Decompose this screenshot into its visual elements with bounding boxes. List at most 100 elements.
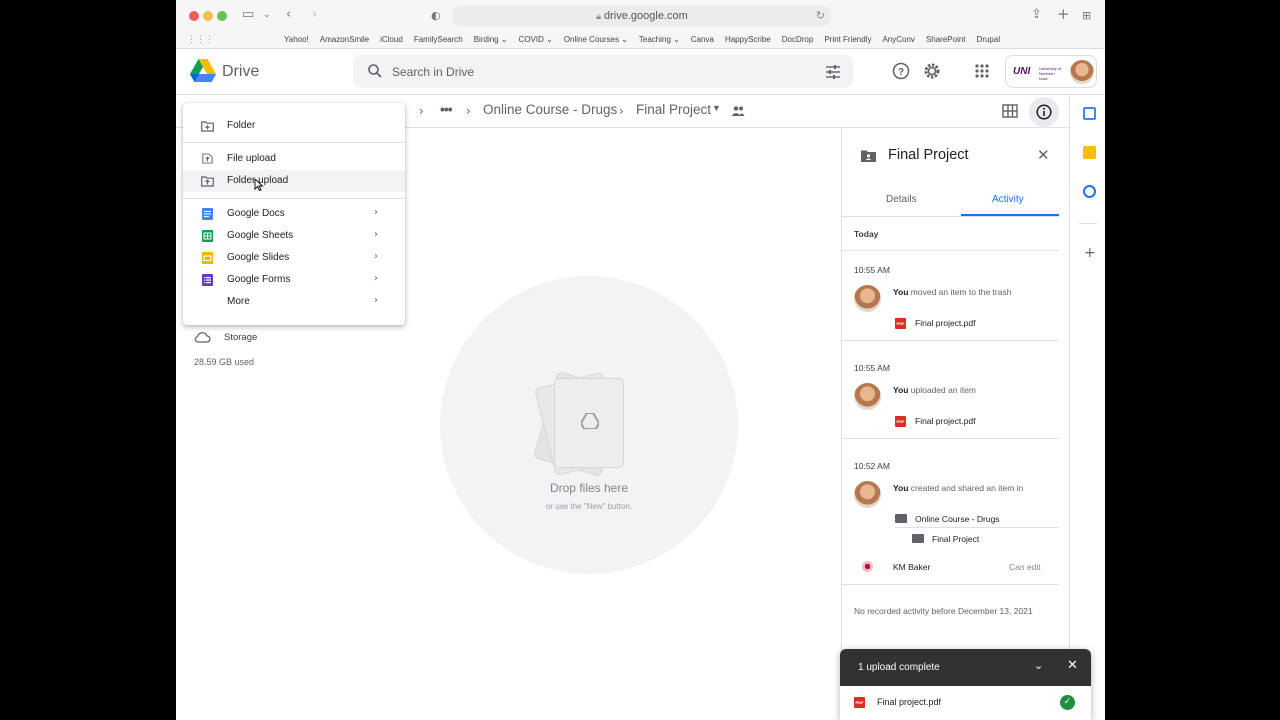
uploaded-file-name[interactable]: Final project.pdf <box>877 697 941 707</box>
shared-people-icon[interactable] <box>731 105 745 117</box>
search-bar[interactable]: Search in Drive <box>353 55 853 88</box>
favorite-link[interactable]: FamilySearch <box>414 35 463 44</box>
favorite-link[interactable]: AmazonSmile <box>320 35 369 44</box>
drive-logo-icon[interactable] <box>190 59 216 83</box>
browser-window: ▭ ⌄ ‹ › ◐ 🔒︎ drive.google.com ↻ ⇪ + ⊞ ⋮⋮⋮… <box>176 0 1105 720</box>
close-window-button[interactable] <box>189 11 199 21</box>
side-strip-divider <box>1079 223 1097 224</box>
drop-illustration-card <box>554 378 624 468</box>
favorite-link[interactable]: AnyConv <box>882 35 914 44</box>
settings-gear-icon[interactable] <box>923 62 941 80</box>
account-avatar[interactable] <box>1070 60 1094 84</box>
shared-user-name: KM Baker <box>893 562 931 572</box>
menu-item-google-sheets[interactable]: Google Sheets › <box>183 225 405 247</box>
calendar-icon[interactable] <box>1083 107 1096 120</box>
activity-sub-divider <box>895 527 1059 528</box>
new-tab-icon[interactable]: + <box>1057 5 1070 23</box>
menu-item-google-slides[interactable]: Google Slides › <box>183 247 405 269</box>
get-addons-icon[interactable]: + <box>1084 245 1096 261</box>
drop-zone-title: Drop files here <box>549 481 629 495</box>
activity-subfolder-link[interactable]: Final Project <box>932 534 979 544</box>
favorite-link[interactable]: Canva <box>691 35 714 44</box>
apps-grid-icon[interactable] <box>973 62 991 80</box>
minimize-window-button[interactable] <box>203 11 213 21</box>
reload-icon[interactable]: ↻ <box>816 6 825 26</box>
chevron-down-icon[interactable]: ⌄ <box>263 10 271 20</box>
help-icon[interactable]: ? <box>892 62 910 80</box>
favorite-link[interactable]: HappyScribe <box>725 35 771 44</box>
account-switcher[interactable]: UNI University of Northern Iowa <box>1005 55 1097 88</box>
keep-icon[interactable] <box>1083 146 1096 159</box>
activity-user-avatar <box>854 285 881 312</box>
favorite-link[interactable]: Online Courses ⌄ <box>564 35 628 44</box>
favorite-link[interactable]: Yahoo! <box>284 35 309 44</box>
menu-item-folder-upload[interactable]: Folder upload <box>183 170 405 192</box>
menu-item-folder[interactable]: Folder <box>183 115 405 137</box>
favorites-grid-icon[interactable]: ⋮⋮⋮ <box>187 34 214 45</box>
activity-folder-link[interactable]: Online Course - Drugs <box>915 514 1000 524</box>
activity-time: 10:55 AM <box>854 265 890 275</box>
tasks-icon[interactable] <box>1083 185 1096 198</box>
shared-folder-icon <box>861 150 876 162</box>
close-toast-icon[interactable]: ✕ <box>1067 658 1078 673</box>
activity-file-link[interactable]: Final project.pdf <box>915 416 975 426</box>
menu-item-file-upload[interactable]: File upload <box>183 148 405 170</box>
grid-view-icon[interactable] <box>1002 104 1018 118</box>
forms-icon <box>202 274 213 286</box>
favorite-link[interactable]: iCloud <box>380 35 403 44</box>
favorite-link[interactable]: Drupal <box>977 35 1001 44</box>
favorite-link[interactable]: Birding ⌄ <box>474 35 508 44</box>
upload-progress-toast: 1 upload complete ⌄ ✕ PDF Final project.… <box>840 649 1091 720</box>
view-details-button[interactable] <box>1029 97 1059 127</box>
favorite-link[interactable]: DocDrop <box>782 35 814 44</box>
drop-zone[interactable]: Drop files here or use the "New" button. <box>440 276 738 574</box>
sidebar-toggle-icon[interactable]: ▭ <box>242 7 254 22</box>
share-icon[interactable]: ⇪ <box>1031 7 1042 22</box>
submenu-arrow-icon: › <box>374 251 378 262</box>
drop-zone-subtitle: or use the "New" button. <box>545 502 633 511</box>
tab-overview-icon[interactable]: ⊞ <box>1082 9 1091 22</box>
search-icon[interactable] <box>367 63 383 79</box>
tab-details[interactable]: Details <box>886 194 917 205</box>
menu-divider <box>183 142 405 143</box>
close-panel-icon[interactable]: ✕ <box>1037 146 1050 164</box>
side-panel-strip: + <box>1069 95 1105 720</box>
favorites-bar: ⋮⋮⋮ Yahoo! AmazonSmile iCloud FamilySearch B… <box>176 31 1105 49</box>
forward-icon[interactable]: › <box>312 7 317 22</box>
storage-nav-item[interactable]: Storage <box>224 332 257 343</box>
activity-divider <box>842 340 1059 341</box>
org-logo-subtext: University of Northern Iowa <box>1039 66 1062 81</box>
folder-menu-caret-icon[interactable]: ▼ <box>712 103 721 113</box>
pdf-file-icon: PDF <box>854 697 865 708</box>
back-icon[interactable]: ‹ <box>286 7 291 22</box>
new-menu: Folder File upload Folder upload Google … <box>183 103 405 325</box>
tab-activity[interactable]: Activity <box>992 194 1024 205</box>
activity-description: You uploaded an item <box>893 385 976 395</box>
privacy-shield-icon[interactable]: ◐ <box>431 9 441 22</box>
activity-description: You moved an item to the trash <box>893 287 1011 297</box>
slides-icon <box>202 252 213 264</box>
menu-item-google-forms[interactable]: Google Forms › <box>183 269 405 291</box>
breadcrumb-current[interactable]: Final Project <box>636 102 711 117</box>
favorite-link[interactable]: Teaching ⌄ <box>639 35 680 44</box>
folder-icon <box>912 534 924 543</box>
search-input[interactable]: Search in Drive <box>392 65 474 79</box>
activity-divider <box>842 438 1059 439</box>
toast-header: 1 upload complete ⌄ ✕ <box>840 649 1091 686</box>
activity-file-link[interactable]: Final project.pdf <box>915 318 975 328</box>
favorite-link[interactable]: SharePoint <box>926 35 966 44</box>
upload-complete-check-icon: ✓ <box>1060 695 1075 710</box>
zoom-window-button[interactable] <box>217 11 227 21</box>
menu-item-google-docs[interactable]: Google Docs › <box>183 203 405 225</box>
activity-actor: You <box>893 483 909 493</box>
favorite-link[interactable]: Print Friendly <box>824 35 871 44</box>
app-title[interactable]: Drive <box>222 63 259 81</box>
breadcrumb-more-button[interactable]: ••• <box>440 101 453 117</box>
collapse-toast-icon[interactable]: ⌄ <box>1034 659 1043 672</box>
menu-item-more[interactable]: More › <box>183 291 405 313</box>
favorite-link[interactable]: COVID ⌄ <box>519 35 553 44</box>
breadcrumb-parent[interactable]: Online Course - Drugs <box>483 102 617 117</box>
search-options-icon[interactable] <box>825 64 841 80</box>
address-bar[interactable]: 🔒︎ drive.google.com ↻ <box>453 6 831 26</box>
toast-title: 1 upload complete <box>858 662 940 673</box>
